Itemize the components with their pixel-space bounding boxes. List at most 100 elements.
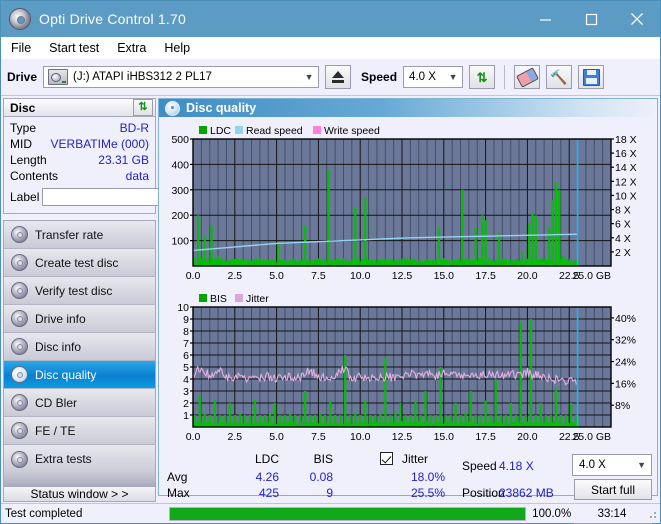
disc-value: VERBATIMe (000): [51, 137, 149, 151]
toolbar-divider: [504, 65, 505, 89]
col-header-bis: BIS: [289, 452, 333, 466]
menu-item-help[interactable]: Help: [164, 41, 190, 55]
sidebar-item-create-test-disc[interactable]: Create test disc: [4, 249, 155, 277]
svg-text:40%: 40%: [615, 313, 636, 325]
disc-quality-icon: [165, 101, 180, 116]
status-window-button[interactable]: Status window > >: [3, 487, 156, 502]
page-title: Disc quality: [186, 101, 256, 115]
sidebar-item-transfer-rate[interactable]: Transfer rate: [4, 221, 155, 249]
resize-grip-icon[interactable]: [647, 509, 657, 519]
sidebar-item-label: FE / TE: [35, 424, 75, 438]
charts-container: 100 200 300 400 500 2 X 4 X 6 X 8 X 10 X 12 X 14 X 1…: [159, 117, 657, 450]
disc-icon: [11, 282, 28, 299]
close-button[interactable]: [614, 1, 660, 37]
svg-text:12.5: 12.5: [392, 270, 413, 282]
start-full-label: Start full: [591, 483, 635, 497]
jitter-checkbox[interactable]: [380, 452, 393, 465]
eject-icon: [332, 71, 344, 83]
svg-text:17.5: 17.5: [475, 270, 496, 282]
disc-icon: [11, 451, 28, 468]
speed-select-value: 4.0 X: [409, 71, 436, 83]
disc-key: MID: [10, 137, 32, 151]
refresh-icon: ⇅: [138, 102, 147, 113]
drive-select-value: (J:) ATAPI iHBS312 2 PL17: [73, 71, 212, 83]
svg-text:25.0 GB: 25.0 GB: [572, 270, 611, 282]
menu-item-extra[interactable]: Extra: [117, 41, 146, 55]
disc-quality-panel: Disc quality 100 200 300 400 500 2 X 4 X 6 X 8 X…: [158, 98, 658, 496]
svg-text:0.0: 0.0: [186, 270, 201, 282]
value-ldc-max: 425: [205, 486, 279, 500]
value-bis-avg: 0.08: [285, 470, 333, 484]
disc-value: data: [126, 169, 149, 183]
results-panel: LDC BIS Jitter Avg Max Total 4.26 425 16…: [159, 450, 657, 495]
start-full-button[interactable]: Start full: [574, 479, 652, 500]
disc-row-contents: Contents data: [10, 168, 149, 184]
disc-key: Contents: [10, 169, 58, 183]
svg-text:7.5: 7.5: [311, 431, 326, 443]
disc-icon: [11, 422, 28, 439]
svg-text:9: 9: [183, 314, 189, 326]
value-position: 23862 MB: [499, 486, 569, 500]
erase-button[interactable]: [514, 65, 540, 89]
svg-text:15.0: 15.0: [434, 270, 455, 282]
speed-select[interactable]: 4.0 X ▼: [403, 66, 463, 88]
disc-refresh-button[interactable]: ⇅: [133, 99, 153, 116]
svg-text:20.0: 20.0: [517, 431, 538, 443]
wrench-icon: 🔨: [550, 70, 567, 84]
svg-text:500: 500: [171, 134, 189, 146]
menu-item-start-test[interactable]: Start test: [49, 41, 99, 55]
sidebar-item-label: Extra tests: [35, 452, 92, 466]
status-bar: Test completed 100.0% 33:14: [1, 503, 660, 523]
app-icon: [9, 8, 31, 30]
svg-text:8 X: 8 X: [615, 205, 631, 217]
menu-bar: File Start test Extra Help: [1, 37, 660, 59]
sidebar-item-disc-info[interactable]: Disc info: [4, 333, 155, 361]
value-bis-max: 9: [285, 486, 333, 500]
svg-text:20.0: 20.0: [517, 270, 538, 282]
sidebar: Disc ⇅ Type BD-R MID VERBATIMe (000) Len…: [1, 96, 158, 498]
svg-text:300: 300: [171, 185, 189, 197]
drive-label: Drive: [7, 70, 37, 84]
disc-row-type: Type BD-R: [10, 120, 149, 136]
sidebar-item-cd-bler[interactable]: CD Bler: [4, 389, 155, 417]
sidebar-item-label: Verify test disc: [35, 284, 112, 298]
svg-text:BIS: BIS: [210, 293, 227, 305]
sidebar-item-disc-quality[interactable]: Disc quality: [4, 361, 155, 389]
svg-text:32%: 32%: [615, 335, 636, 347]
col-header-ldc: LDC: [231, 452, 279, 466]
svg-text:4: 4: [183, 374, 189, 386]
menu-item-file[interactable]: File: [11, 41, 31, 55]
value-jitter-max: 25.5%: [373, 486, 445, 500]
maximize-button[interactable]: [568, 1, 614, 37]
progress-fill: [170, 508, 525, 520]
sidebar-item-fe-te[interactable]: FE / TE: [4, 417, 155, 445]
chevron-down-icon: ▼: [300, 72, 318, 82]
test-speed-value: 4.0 X: [579, 459, 606, 471]
status-window-label: Status window > >: [30, 487, 128, 501]
eject-button[interactable]: [325, 65, 351, 89]
svg-text:Read speed: Read speed: [246, 125, 303, 137]
col-header-jitter: Jitter: [402, 452, 428, 466]
svg-text:200: 200: [171, 210, 189, 222]
disc-icon: [11, 394, 28, 411]
svg-text:25.0 GB: 25.0 GB: [572, 431, 611, 443]
chevron-down-icon: ▼: [444, 72, 462, 82]
tools-button[interactable]: 🔨: [546, 65, 572, 89]
speed-label: Speed: [361, 70, 397, 84]
refresh-button[interactable]: ⇅: [469, 65, 495, 89]
sidebar-item-verify-test-disc[interactable]: Verify test disc: [4, 277, 155, 305]
svg-text:3: 3: [183, 386, 189, 398]
disc-icon: [11, 310, 28, 327]
application-window: Opti Drive Control 1.70 File Start test …: [0, 0, 661, 524]
save-button[interactable]: [578, 65, 604, 89]
value-jitter-avg: 18.0%: [373, 470, 445, 484]
svg-text:7.5: 7.5: [311, 270, 326, 282]
minimize-button[interactable]: [522, 1, 568, 37]
sidebar-item-extra-tests[interactable]: Extra tests: [4, 445, 155, 473]
sidebar-item-drive-info[interactable]: Drive info: [4, 305, 155, 333]
svg-text:100: 100: [171, 236, 189, 248]
test-speed-select[interactable]: 4.0 X ▼: [572, 454, 652, 476]
drive-select[interactable]: (J:) ATAPI iHBS312 2 PL17 ▼: [43, 66, 319, 88]
svg-text:LDC: LDC: [210, 125, 231, 137]
sidebar-item-label: Disc info: [35, 340, 81, 354]
